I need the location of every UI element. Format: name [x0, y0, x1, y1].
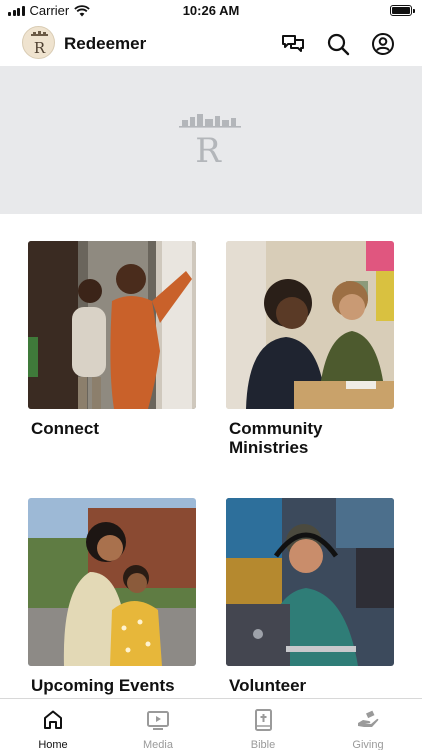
tab-home[interactable]: Home: [13, 707, 93, 750]
status-time: 10:26 AM: [182, 3, 240, 18]
search-icon: [327, 33, 350, 56]
tab-label: Bible: [250, 739, 276, 750]
community-ministries-card[interactable]: Community Ministries: [226, 241, 396, 457]
community-ministries-photo: [226, 241, 394, 409]
chat-bubbles-icon: [282, 35, 304, 52]
tab-label: Home: [38, 739, 68, 750]
redeemer-logo-icon: R: [179, 114, 241, 168]
tab-media[interactable]: Media: [118, 707, 198, 750]
card-label: Volunteer Opportunities: [229, 676, 307, 695]
card-label: Community Ministries: [229, 419, 323, 457]
tab-label: Giving: [352, 739, 384, 750]
search-button[interactable]: [325, 31, 351, 57]
connect-card[interactable]: Connect: [28, 241, 198, 438]
card-label: Connect: [31, 419, 99, 438]
tab-giving[interactable]: Giving: [328, 707, 408, 750]
battery-icon: [390, 5, 415, 16]
status-bar: Carrier 10:26 AM: [0, 0, 422, 22]
tab-bar: Home Media Bible Giving: [0, 698, 422, 750]
upcoming-events-card[interactable]: Upcoming Events: [28, 498, 198, 695]
connect-photo: [28, 241, 196, 409]
church-logo-avatar[interactable]: R: [22, 26, 55, 59]
tab-label: Media: [143, 739, 173, 750]
messages-button[interactable]: [280, 31, 306, 57]
card-label: Upcoming Events: [31, 676, 175, 695]
home-icon: [44, 710, 62, 729]
svg-text:R: R: [195, 131, 222, 168]
upcoming-events-photo: [28, 498, 196, 666]
media-icon: [147, 711, 169, 730]
tab-bible[interactable]: Bible: [223, 707, 303, 750]
featured-banner[interactable]: R: [0, 66, 422, 214]
bible-icon: [255, 709, 272, 731]
svg-text:R: R: [34, 39, 46, 57]
profile-button[interactable]: [370, 31, 396, 57]
app-header: R Redeemer: [0, 22, 422, 66]
giving-icon: [358, 710, 379, 727]
app-title: Redeemer: [64, 34, 147, 53]
volunteer-opportunities-photo: [226, 498, 394, 666]
redeemer-logo-icon: R: [31, 31, 48, 57]
profile-icon: [372, 33, 394, 55]
volunteer-opportunities-card[interactable]: Volunteer Opportunities: [226, 498, 396, 695]
